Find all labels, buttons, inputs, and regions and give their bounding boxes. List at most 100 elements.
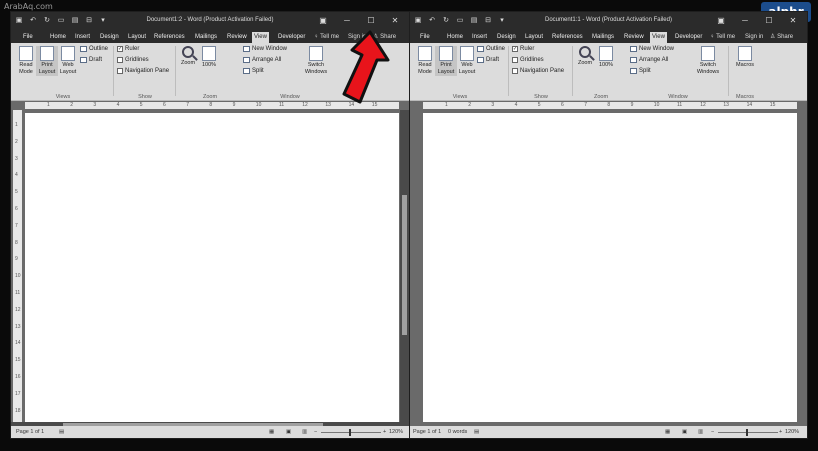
gridlines-checkbox[interactable]: Gridlines bbox=[117, 57, 149, 63]
arrange-all-button[interactable]: Arrange All bbox=[630, 57, 668, 63]
zoom-button[interactable]: Zoom bbox=[177, 46, 199, 67]
read-mode-view-icon[interactable]: ▦ bbox=[665, 426, 670, 438]
switch-windows-button[interactable]: Switch Windows bbox=[303, 46, 329, 76]
vertical-scrollbar[interactable] bbox=[400, 110, 409, 428]
navigation-pane-checkbox[interactable]: Navigation Pane bbox=[512, 68, 564, 74]
group-divider bbox=[572, 46, 573, 96]
new-window-icon bbox=[630, 46, 637, 52]
maximize-button[interactable]: ☐ bbox=[757, 12, 781, 30]
navigation-pane-label: Navigation Pane bbox=[520, 68, 565, 74]
macros-button[interactable]: Macros bbox=[732, 46, 758, 69]
page-count[interactable]: Page 1 of 1 bbox=[413, 426, 441, 438]
tab-file[interactable]: File bbox=[418, 32, 432, 43]
close-button[interactable]: ✕ bbox=[383, 12, 407, 30]
new-window-button[interactable]: New Window bbox=[243, 46, 287, 52]
group-divider bbox=[113, 46, 114, 96]
split-button[interactable]: Split bbox=[630, 68, 651, 74]
zoom-level[interactable]: 120% bbox=[785, 426, 799, 438]
tab-mailings[interactable]: Mailings bbox=[193, 32, 219, 43]
print-layout-button[interactable]: Print Layout bbox=[36, 46, 58, 76]
document-page[interactable] bbox=[423, 113, 797, 422]
tab-layout[interactable]: Layout bbox=[523, 32, 545, 43]
web-layout-button[interactable]: Web Layout bbox=[57, 46, 79, 76]
proofing-icon[interactable]: ▤ bbox=[474, 426, 479, 438]
web-layout-button[interactable]: Web Layout bbox=[456, 46, 478, 76]
tab-references[interactable]: References bbox=[152, 32, 187, 43]
minimize-button[interactable]: ─ bbox=[733, 12, 757, 30]
print-layout-label: Print Layout bbox=[437, 62, 455, 75]
group-divider bbox=[508, 46, 509, 96]
tab-developer[interactable]: Developer bbox=[276, 32, 307, 43]
ruler-tick-label: 12 bbox=[302, 102, 308, 108]
navigation-pane-checkbox[interactable]: Navigation Pane bbox=[117, 68, 169, 74]
close-button[interactable]: ✕ bbox=[781, 12, 805, 30]
outline-button[interactable]: Outline bbox=[477, 46, 505, 52]
read-mode-button[interactable]: Read Mode bbox=[414, 46, 436, 76]
outline-button[interactable]: Outline bbox=[80, 46, 108, 52]
web-layout-view-icon[interactable]: ▥ bbox=[698, 426, 703, 438]
zoom-in-icon[interactable]: + bbox=[779, 426, 782, 438]
switch-windows-button[interactable]: Switch Windows bbox=[694, 46, 722, 76]
zoom-slider-knob[interactable] bbox=[349, 429, 351, 436]
ruler-tick-label: 5 bbox=[537, 102, 541, 108]
zoom-button[interactable]: Zoom bbox=[574, 46, 596, 67]
zoom-in-icon[interactable]: + bbox=[383, 426, 386, 438]
print-layout-view-icon[interactable]: ▣ bbox=[682, 426, 687, 438]
outline-label: Outline bbox=[486, 46, 506, 52]
zoom-level[interactable]: 120% bbox=[389, 426, 403, 438]
sign-in-link[interactable]: Sign in bbox=[745, 32, 763, 43]
tab-layout[interactable]: Layout bbox=[126, 32, 148, 43]
minimize-button[interactable]: ─ bbox=[335, 12, 359, 30]
web-layout-view-icon[interactable]: ▥ bbox=[302, 426, 307, 438]
proofing-icon[interactable]: ▤ bbox=[59, 426, 64, 438]
word-count[interactable]: 0 words bbox=[448, 426, 467, 438]
tell-me-box[interactable]: ♀ Tell me bbox=[710, 32, 735, 43]
tab-view[interactable]: View bbox=[650, 32, 667, 43]
arrange-all-button[interactable]: Arrange All bbox=[243, 57, 281, 63]
new-window-button[interactable]: New Window bbox=[630, 46, 674, 52]
page-count[interactable]: Page 1 of 1 bbox=[16, 426, 44, 438]
tab-home[interactable]: Home bbox=[445, 32, 465, 43]
ribbon-display-options-icon[interactable]: ▣ bbox=[311, 12, 335, 30]
draft-button[interactable]: Draft bbox=[80, 57, 102, 63]
tab-references[interactable]: References bbox=[550, 32, 585, 43]
read-mode-view-icon[interactable]: ▦ bbox=[269, 426, 274, 438]
print-layout-view-icon[interactable]: ▣ bbox=[286, 426, 291, 438]
zoom-slider-knob[interactable] bbox=[746, 429, 748, 436]
ribbon-display-options-icon[interactable]: ▣ bbox=[709, 12, 733, 30]
ruler-tick-label: 4 bbox=[116, 102, 120, 108]
tab-view[interactable]: View bbox=[252, 32, 269, 43]
status-bar: Page 1 of 1 ▤ ▦ ▣ ▥ − + 120% bbox=[11, 426, 409, 438]
ruler-tick-label: 10 bbox=[255, 102, 262, 108]
draft-button[interactable]: Draft bbox=[477, 57, 499, 63]
document-page[interactable] bbox=[25, 113, 399, 422]
tab-home[interactable]: Home bbox=[48, 32, 68, 43]
tab-insert[interactable]: Insert bbox=[73, 32, 92, 43]
ruler-checkbox[interactable]: ✓ Ruler bbox=[512, 46, 534, 52]
vertical-scroll-thumb[interactable] bbox=[402, 195, 407, 335]
zoom-100-button[interactable]: 100% bbox=[198, 46, 220, 69]
read-mode-button[interactable]: Read Mode bbox=[15, 46, 37, 76]
share-button[interactable]: ♙ Share bbox=[770, 32, 793, 43]
ruler-checkbox[interactable]: ✓ Ruler bbox=[117, 46, 139, 52]
print-layout-button[interactable]: Print Layout bbox=[435, 46, 457, 76]
gridlines-checkbox[interactable]: Gridlines bbox=[512, 57, 544, 63]
tab-review[interactable]: Review bbox=[622, 32, 646, 43]
zoom-slider[interactable] bbox=[321, 432, 381, 433]
outline-icon bbox=[80, 46, 87, 52]
tab-design[interactable]: Design bbox=[495, 32, 518, 43]
split-icon bbox=[243, 68, 250, 74]
ruler-tick-label: 13 bbox=[723, 102, 729, 108]
zoom-out-icon[interactable]: − bbox=[711, 426, 714, 438]
tab-developer[interactable]: Developer bbox=[673, 32, 704, 43]
tab-mailings[interactable]: Mailings bbox=[590, 32, 616, 43]
tab-insert[interactable]: Insert bbox=[470, 32, 489, 43]
maximize-button[interactable]: ☐ bbox=[359, 12, 383, 30]
tab-review[interactable]: Review bbox=[225, 32, 249, 43]
zoom-out-icon[interactable]: − bbox=[314, 426, 317, 438]
tab-file[interactable]: File bbox=[21, 32, 35, 43]
tab-design[interactable]: Design bbox=[98, 32, 121, 43]
split-button[interactable]: Split bbox=[243, 68, 264, 74]
zoom-slider[interactable] bbox=[718, 432, 778, 433]
zoom-100-button[interactable]: 100% bbox=[595, 46, 617, 69]
